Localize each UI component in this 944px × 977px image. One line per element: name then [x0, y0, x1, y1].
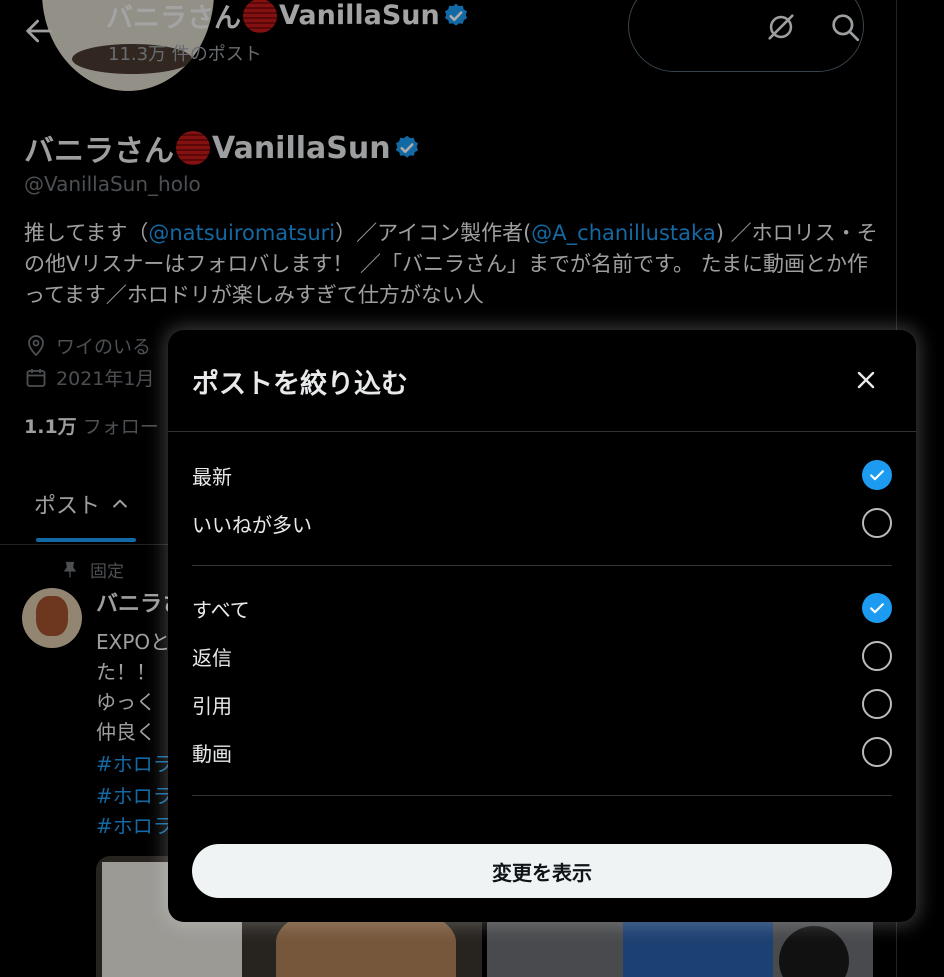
close-icon [857, 371, 875, 389]
option-label: 動画 [192, 741, 232, 766]
checkmark-icon [870, 470, 884, 481]
option-all[interactable]: すべて [192, 588, 892, 628]
radio-unchecked[interactable] [862, 641, 892, 671]
show-changes-button[interactable]: 変更を表示 [192, 844, 892, 898]
option-latest[interactable]: 最新 [192, 455, 892, 495]
dialog-header-divider [168, 431, 916, 432]
option-label: すべて [192, 597, 250, 622]
section-divider [192, 795, 892, 796]
option-videos[interactable]: 動画 [192, 732, 892, 772]
radio-checked[interactable] [862, 460, 892, 490]
option-label: 返信 [192, 645, 232, 670]
dialog-title: ポストを絞り込む [192, 369, 408, 400]
checkmark-icon [870, 603, 884, 614]
filter-posts-dialog: ポストを絞り込む 最新 いいねが多い すべて 返信 引用 動画 変更を表示 [168, 330, 916, 922]
section-divider [192, 565, 892, 566]
option-most-liked[interactable]: いいねが多い [192, 503, 892, 543]
radio-unchecked[interactable] [862, 689, 892, 719]
close-button[interactable] [846, 360, 886, 400]
option-label: 引用 [192, 693, 232, 718]
option-label: 最新 [192, 464, 232, 489]
option-label: いいねが多い [192, 512, 312, 537]
radio-unchecked[interactable] [862, 737, 892, 767]
option-replies[interactable]: 返信 [192, 636, 892, 676]
radio-unchecked[interactable] [862, 508, 892, 538]
radio-checked[interactable] [862, 593, 892, 623]
option-quotes[interactable]: 引用 [192, 684, 892, 724]
